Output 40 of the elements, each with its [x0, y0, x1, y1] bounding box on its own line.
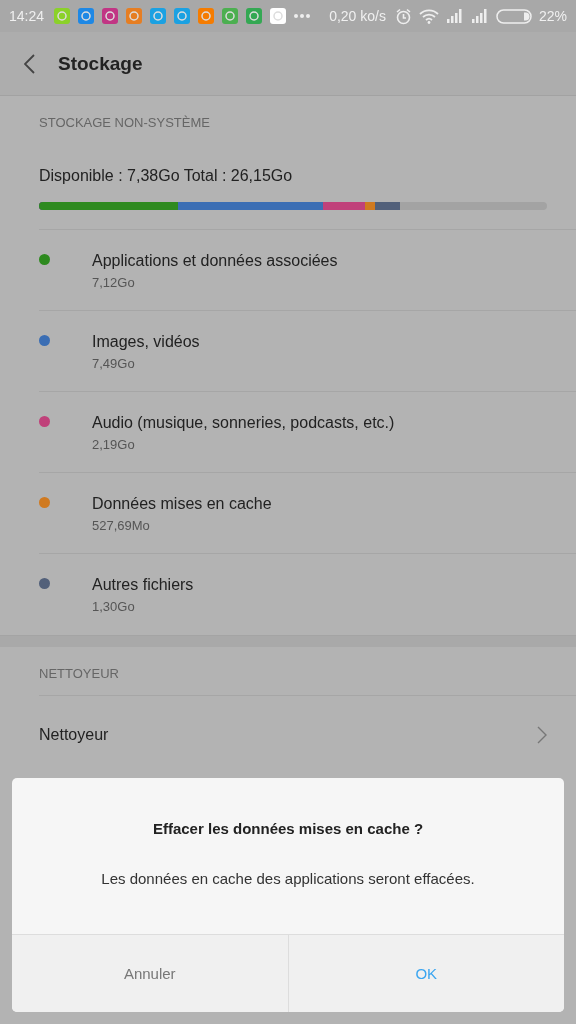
app-notification-icon [102, 8, 119, 24]
status-time: 14:24 [9, 8, 45, 24]
section-header: STOCKAGE NON-SYSTÈME [38, 114, 211, 132]
category-size: 2,19Go [92, 437, 136, 452]
app-notification-icon [270, 8, 287, 24]
category-label: Applications et données associées [92, 252, 338, 270]
cancel-button[interactable]: Annuler [12, 935, 288, 1012]
category-label: Données mises en cache [92, 495, 272, 513]
category-label: Autres fichiers [92, 576, 194, 594]
app-notification-icon [126, 8, 143, 24]
battery-icon [495, 8, 532, 24]
signal-icon [445, 9, 464, 23]
page-title: Stockage [58, 52, 143, 75]
section-header: NETTOYEUR [39, 647, 576, 696]
category-size: 527,69Mo [92, 518, 151, 533]
dialog-title: Effacer les données mises en cache ? [151, 820, 425, 837]
app-notification-icon [78, 8, 95, 24]
app-notification-icon [246, 8, 263, 24]
chevron-right-icon [537, 726, 547, 744]
category-size: 1,30Go [92, 599, 136, 614]
alarm-icon [394, 7, 412, 25]
wifi-icon [418, 8, 439, 24]
back-icon[interactable] [24, 53, 36, 74]
app-notification-icon [150, 8, 167, 24]
app-notification-icon [174, 8, 191, 24]
category-label: Audio (musique, sonneries, podcasts, etc.) [92, 414, 395, 432]
app-notification-icon [198, 8, 215, 24]
storage-summary: Disponible : 7,38Go Total : 26,15Go [39, 167, 294, 185]
category-label: Images, vidéos [92, 333, 200, 351]
category-size: 7,49Go [92, 356, 136, 371]
signal-icon [470, 9, 489, 23]
ok-button[interactable]: OK [287, 935, 564, 1012]
app-notification-icon [222, 8, 239, 24]
more-icon [294, 14, 311, 18]
battery-percentage: 22% [538, 8, 567, 24]
dialog-message: Les données en cache des applications seront effacées. [100, 870, 476, 887]
category-size: 7,12Go [92, 275, 136, 290]
network-speed: 0,20 ko/s [329, 8, 386, 24]
app-notification-icon [54, 8, 71, 24]
cleaner-row[interactable]: Nettoyeur [0, 696, 576, 774]
